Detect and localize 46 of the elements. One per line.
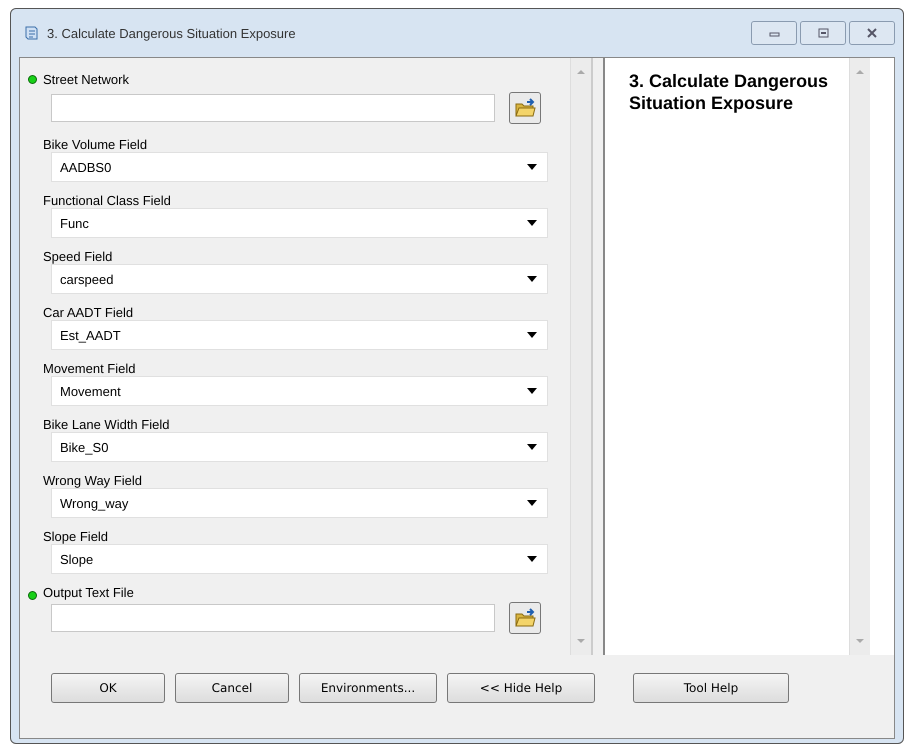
parameter-label: Movement Field bbox=[43, 361, 136, 376]
close-button[interactable] bbox=[849, 21, 895, 45]
dialog-button[interactable]: OK bbox=[51, 673, 165, 703]
parameter-label: Bike Volume Field bbox=[43, 137, 148, 152]
dropdown[interactable]: Func bbox=[51, 208, 548, 238]
caret-icon bbox=[527, 556, 537, 562]
browse-button[interactable] bbox=[509, 92, 541, 124]
dialog-button[interactable]: Cancel bbox=[175, 673, 289, 703]
close-icon bbox=[865, 28, 879, 38]
parameter-label: Functional Class Field bbox=[43, 193, 171, 208]
minimize-button[interactable] bbox=[751, 21, 797, 45]
dropdown[interactable]: Bike_S0 bbox=[51, 432, 548, 462]
dialog-button[interactable]: Environments... bbox=[299, 673, 437, 703]
parameter-label: Speed Field bbox=[43, 249, 112, 264]
caret-icon bbox=[527, 500, 537, 506]
browse-button[interactable] bbox=[509, 602, 541, 634]
caret-icon bbox=[527, 164, 537, 170]
window-title: 3. Calculate Dangerous Situation Exposure bbox=[47, 26, 296, 40]
parameter-label: Slope Field bbox=[43, 529, 108, 544]
caret-icon bbox=[527, 444, 537, 450]
folder-icon bbox=[514, 608, 536, 628]
dropdown[interactable]: carspeed bbox=[51, 264, 548, 294]
help-title: 3. Calculate Dangerous Situation Exposure bbox=[629, 70, 830, 114]
parameter-label: Bike Lane Width Field bbox=[43, 417, 170, 432]
input-field[interactable] bbox=[51, 94, 495, 122]
dropdown[interactable]: Slope bbox=[51, 544, 548, 574]
dialog-button[interactable]: Tool Help bbox=[633, 673, 789, 703]
parameter-label: Wrong Way Field bbox=[43, 473, 142, 488]
input-field[interactable] bbox=[51, 604, 495, 632]
caret-icon bbox=[527, 276, 537, 282]
dropdown[interactable]: Wrong_way bbox=[51, 488, 548, 518]
caret-icon bbox=[527, 388, 537, 394]
folder-icon bbox=[514, 98, 536, 118]
parameter-label: Street Network bbox=[43, 72, 129, 86]
caret-icon bbox=[527, 332, 537, 338]
scrollbar[interactable] bbox=[570, 58, 591, 655]
dialog-button[interactable]: << Hide Help bbox=[447, 673, 595, 703]
scrollbar[interactable] bbox=[849, 58, 870, 655]
parameter-label: Car AADT Field bbox=[43, 305, 134, 320]
dropdown[interactable]: Movement bbox=[51, 376, 548, 406]
maximize-button[interactable] bbox=[800, 21, 846, 45]
maximize-icon bbox=[816, 28, 830, 38]
parameter-label: Output Text File bbox=[43, 585, 134, 600]
caret-icon bbox=[527, 220, 537, 226]
dropdown[interactable]: AADBS0 bbox=[51, 152, 548, 182]
dropdown[interactable]: Est_AADT bbox=[51, 320, 548, 350]
